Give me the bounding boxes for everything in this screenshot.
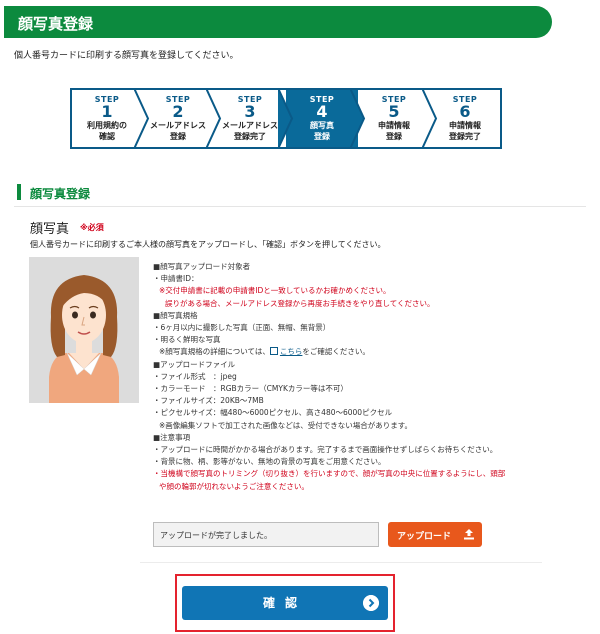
step-6: STEP 6 申請情報 登録完了 [430, 88, 502, 149]
step-caption: 登録完了 [449, 132, 481, 141]
external-link-icon [269, 347, 278, 356]
step-number: 5 [388, 102, 400, 121]
spec-item: ・6ヶ月以内に撮影した写真（正面、無帽、無背景） [153, 323, 331, 333]
pixel-size: ・ピクセルサイズ：幅480〜6000ピクセル、高さ480〜6000ピクセル [153, 408, 393, 418]
step-caption: 登録 [170, 132, 186, 141]
request-id-label: ・申請書ID： [153, 274, 199, 284]
step-number: 6 [459, 102, 471, 121]
step-caption: メールアドレス [222, 121, 278, 130]
confirm-button-label: 確認 [262, 596, 307, 610]
step-2: STEP 2 メールアドレス 登録 [142, 88, 222, 149]
confirm-button[interactable]: 確認 [182, 586, 388, 620]
request-id-note: ※交付申請書に記載の申請書IDと一致しているかお確かめください。 [159, 286, 391, 296]
note-item: ・アップロードに時間がかかる場合があります。完了するまで画面操作せずしばらくお待… [153, 445, 498, 455]
info-heading: ■顔写真規格 [153, 310, 198, 320]
section-marker [17, 184, 21, 200]
step-1: STEP 1 利用規約の 確認 [70, 88, 150, 149]
section-title: 顔写真登録 [30, 187, 91, 201]
step-caption: 登録 [386, 132, 402, 141]
step-number: 2 [172, 102, 184, 121]
requirements-info: ■顔写真アップロード対象者 ・申請書ID： ※交付申請書に記載の申請書IDと一致… [153, 261, 553, 493]
page-title: 顔写真登録 [18, 15, 94, 33]
pixel-note: ※画像編集ソフトで加工された画像などは、受付できない場合があります。 [159, 420, 413, 430]
spec-note: ※顔写真規格の詳細については、 こちらをご確認ください。 [153, 346, 553, 358]
required-badge: ※必須 [80, 223, 104, 232]
spec-note-prefix: ※顔写真規格の詳細については、 [159, 347, 270, 357]
note-item: ・背景に物、柄、影等がない、無地の背景の写真をご用意ください。 [153, 457, 386, 467]
file-size: ・ファイルサイズ：20KB〜7MB [153, 396, 264, 406]
note-item-warning: ・当機構で顔写真のトリミング（切り抜き）を行いますので、顔が写真の中央に位置する… [153, 469, 506, 479]
woman-portrait-icon [29, 257, 139, 403]
step-4-current: STEP 4 顔写真 登録 [286, 88, 366, 149]
spec-note-suffix: をご確認ください。 [302, 347, 370, 357]
info-heading: ■アップロードファイル [153, 359, 236, 369]
step-caption: メールアドレス [150, 121, 206, 130]
section-divider [140, 562, 542, 563]
step-arrow-icon [422, 88, 438, 149]
request-id-note2: 誤りがある場合、メールアドレス登録から再度お手続きをやり直してください。 [165, 298, 435, 308]
step-number: 3 [244, 102, 256, 121]
step-caption: 申請情報 [449, 121, 481, 130]
photo-heading: 顔写真 [30, 222, 70, 237]
step-arrow-icon [350, 88, 366, 149]
step-5: STEP 5 申請情報 登録 [358, 88, 438, 149]
info-heading: ■注意事項 [153, 432, 191, 442]
sample-photo [29, 257, 139, 403]
file-format: ・ファイル形式 ：jpeg [153, 371, 237, 381]
intro-text: 個人番号カードに印刷する顔写真を登録してください。 [14, 51, 239, 61]
spec-details-link[interactable]: こちら [280, 347, 303, 356]
page-header: 顔写真登録 [4, 6, 552, 38]
step-progress: STEP 1 利用規約の 確認 STEP 2 メールアドレス 登録 STEP 3… [70, 88, 502, 149]
step-arrow-icon [134, 88, 150, 149]
upload-status-field: アップロードが完了しました。 [153, 522, 379, 547]
chevron-right-icon [363, 595, 379, 611]
section-divider [14, 206, 586, 207]
step-arrow-icon [206, 88, 222, 149]
step-number: 4 [316, 102, 328, 121]
step-number: 1 [101, 102, 113, 121]
upload-button-label: アップロード [397, 532, 452, 542]
step-caption: 確認 [99, 132, 115, 141]
spec-item: ・明るく鮮明な写真 [153, 335, 221, 345]
upload-button[interactable]: アップロード [388, 522, 482, 547]
info-heading: ■顔写真アップロード対象者 [153, 262, 251, 271]
step-caption: 申請情報 [378, 121, 410, 130]
color-mode: ・カラーモード ：RGBカラー（CMYKカラー等は不可） [153, 384, 348, 394]
photo-description: 個人番号カードに印刷するご本人様の顔写真をアップロードし、「確認」ボタンを押して… [30, 240, 386, 249]
step-arrow-icon [278, 88, 294, 149]
step-3: STEP 3 メールアドレス 登録完了 [214, 88, 294, 149]
step-caption: 登録 [314, 132, 330, 141]
upload-icon [464, 529, 474, 540]
step-caption: 顔写真 [310, 121, 334, 130]
step-caption: 登録完了 [234, 132, 266, 141]
note-item-warning-cont: や顔の輪郭が切れないようご注意ください。 [159, 481, 309, 491]
step-caption: 利用規約の [87, 121, 127, 130]
